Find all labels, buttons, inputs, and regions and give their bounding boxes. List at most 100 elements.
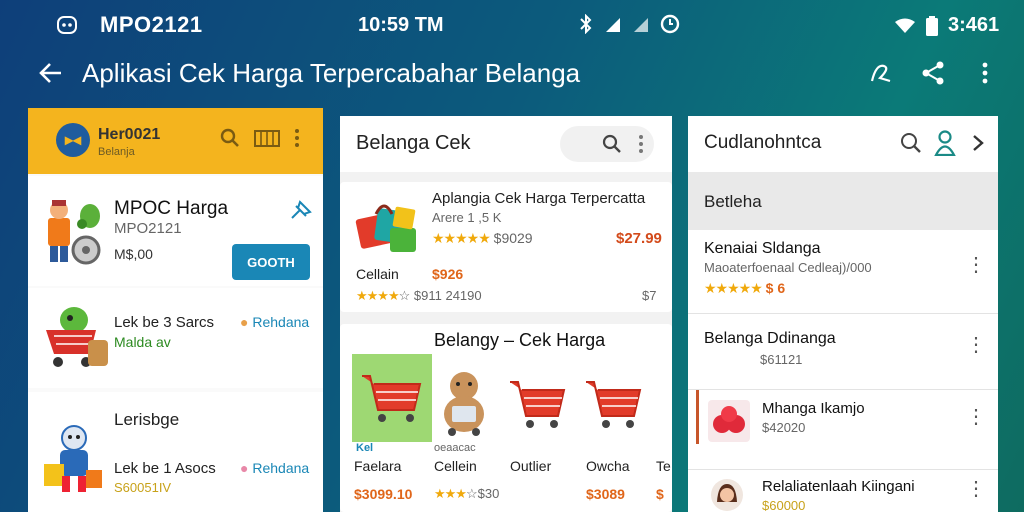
product-card[interactable]: Lek be 3 Sarcs Malda av ● Rehdana bbox=[28, 288, 323, 388]
left-panel: ▸◂ Her0021 Belanja MPOC Harga MPO2121 M$… bbox=[28, 108, 323, 512]
middle-panel-header: Belanga Cek bbox=[340, 116, 672, 172]
product-tag: ● Rehdana bbox=[240, 314, 309, 330]
product-subtitle: Malda av bbox=[114, 334, 171, 350]
back-arrow-icon[interactable] bbox=[36, 58, 66, 88]
chevron-right-icon[interactable] bbox=[972, 134, 984, 157]
item-subtitle: $42020 bbox=[762, 420, 806, 435]
toy-bear-image bbox=[436, 368, 492, 443]
status-time-right: 3:461 bbox=[948, 14, 1000, 36]
more-vert-icon[interactable]: ⋮ bbox=[966, 255, 986, 275]
product-card[interactable]: MPOC Harga MPO2121 M$,00 GOOTH bbox=[28, 176, 323, 286]
more-vert-icon[interactable]: ⋮ bbox=[966, 407, 986, 427]
edit-icon[interactable] bbox=[866, 58, 896, 88]
product-tag: ● Rehdana bbox=[240, 460, 309, 476]
brand-logo: ▸◂ bbox=[56, 123, 90, 157]
tag-dot-icon: ● bbox=[240, 460, 249, 476]
app-bar: Aplikasi Cek Harga Terpercabahar Belanga bbox=[0, 50, 1024, 98]
footer-price: $911 24190 bbox=[413, 288, 482, 303]
item-label: Te bbox=[656, 458, 671, 474]
pin-icon[interactable] bbox=[290, 200, 312, 225]
category-title: Belangy – Cek Harga bbox=[434, 330, 606, 350]
more-vert-icon[interactable] bbox=[638, 134, 644, 159]
rating-value: $ 6 bbox=[765, 280, 786, 296]
list-item[interactable]: Relaliatenlaah Kiingani $60000 ⋮ bbox=[688, 470, 998, 512]
section-heading: Lerisbge bbox=[114, 410, 180, 429]
search-icon[interactable] bbox=[220, 128, 240, 148]
search-icon[interactable] bbox=[602, 134, 622, 159]
avatar bbox=[710, 478, 744, 512]
status-time-center: 10:59 TM bbox=[358, 14, 444, 36]
brand-name: Her0021 bbox=[98, 126, 161, 143]
product-label: Cellain bbox=[356, 266, 399, 282]
panel-title: Belanga Cek bbox=[356, 132, 471, 154]
person-icon[interactable] bbox=[934, 130, 956, 161]
item-price: $3089 bbox=[586, 486, 625, 502]
list-item[interactable]: Belanga Ddinanga $61121 ⋮ bbox=[688, 314, 998, 390]
item-label: Outlier bbox=[510, 458, 552, 474]
cart-thumb-selected[interactable] bbox=[352, 354, 432, 442]
calendar-icon[interactable] bbox=[254, 128, 280, 148]
tag-label: Rehdana bbox=[252, 314, 310, 330]
item-price: $30 bbox=[477, 486, 500, 501]
rating-stars: ★★★★★ bbox=[432, 230, 491, 246]
selected-indicator bbox=[696, 390, 699, 444]
share-icon[interactable] bbox=[918, 58, 948, 88]
notification-icon bbox=[56, 14, 78, 36]
rating-price: $9029 bbox=[493, 230, 533, 246]
left-panel-header: ▸◂ Her0021 Belanja bbox=[28, 108, 323, 174]
product-price: M$,00 bbox=[114, 246, 153, 262]
shopping-cart-toy-image bbox=[42, 304, 110, 379]
signal-icon bbox=[604, 15, 622, 33]
shopping-cart-icon[interactable] bbox=[508, 374, 568, 437]
rating-row: ★★★★★ $9029 bbox=[432, 230, 533, 247]
item-label: Faelara bbox=[354, 458, 402, 474]
more-vert-icon[interactable] bbox=[294, 128, 300, 148]
product-card[interactable]: Lerisbge Lek be 1 Asocs S60051IV ● Rehda… bbox=[28, 392, 323, 512]
shopping-bags-image bbox=[352, 194, 424, 263]
search-icon[interactable] bbox=[900, 132, 922, 159]
status-bar: MPO2121 10:59 TM 3:461 bbox=[0, 0, 1024, 50]
more-vert-icon[interactable]: ⋮ bbox=[966, 479, 986, 499]
shopping-cart-icon[interactable] bbox=[584, 374, 644, 437]
more-vert-icon[interactable]: ⋮ bbox=[966, 335, 986, 355]
product-code: MPO2121 bbox=[114, 220, 182, 237]
item-subtitle: Maoaterfoenaal Cedleaj)/000 bbox=[704, 260, 872, 275]
item-subtitle: $61121 bbox=[760, 352, 803, 367]
rating-empty-star: ☆ bbox=[398, 288, 411, 303]
page-title: Aplikasi Cek Harga Terpercabahar Belanga bbox=[82, 58, 581, 88]
product-title: Lek be 3 Sarcs bbox=[114, 314, 215, 331]
bluetooth-icon bbox=[578, 14, 594, 34]
footer-row: ★★★★☆ $911 24190 bbox=[356, 288, 482, 304]
rating-stars: ★★★★★ bbox=[704, 280, 763, 296]
item-title: Mhanga Ikamjo bbox=[762, 400, 865, 417]
section-title: Betleha bbox=[704, 192, 762, 211]
shopping-cart-icon bbox=[362, 375, 422, 422]
right-panel-header: Cudlanohntca bbox=[688, 116, 998, 172]
right-panel: Cudlanohntca Betleha Kenaiai Sldanga Mao… bbox=[688, 116, 998, 512]
clock-icon bbox=[660, 14, 680, 34]
list-item[interactable]: Mhanga Ikamjo $42020 ⋮ bbox=[688, 390, 998, 470]
item-title: Belanga Ddinanga bbox=[704, 330, 836, 347]
item-title: Kenaiai Sldanga bbox=[704, 240, 821, 257]
footer-right: $7 bbox=[642, 288, 657, 303]
rating-stars: ★★★★ bbox=[356, 288, 400, 303]
product-card[interactable]: Aplangia Cek Harga Terpercatta Arere 1 ,… bbox=[340, 182, 672, 312]
tag-dot-icon: ● bbox=[240, 314, 249, 330]
toy-figure-image bbox=[42, 422, 106, 501]
tag-label: Rehdana bbox=[252, 460, 310, 476]
status-app-label: MPO2121 bbox=[100, 12, 203, 37]
item-price: $3099.10 bbox=[354, 486, 413, 502]
category-card: Belangy – Cek Harga Kel oeaacac Faelara … bbox=[340, 324, 672, 512]
berries-image bbox=[708, 400, 750, 447]
product-price: $27.99 bbox=[616, 230, 662, 247]
item-subtitle: $60000 bbox=[762, 498, 806, 512]
go-button[interactable]: GOOTH bbox=[232, 244, 310, 280]
list-item[interactable]: Kenaiai Sldanga Maoaterfoenaal Cedleaj)/… bbox=[688, 230, 998, 314]
more-vert-icon[interactable] bbox=[970, 58, 1000, 88]
product-subtitle: S60051IV bbox=[114, 480, 172, 495]
item-label: Cellein bbox=[434, 458, 477, 474]
search-box[interactable] bbox=[560, 126, 654, 162]
item-price: $ bbox=[656, 486, 664, 502]
product-title: Aplangia Cek Harga Terpercatta bbox=[432, 190, 646, 207]
section-header: Betleha bbox=[688, 172, 998, 230]
